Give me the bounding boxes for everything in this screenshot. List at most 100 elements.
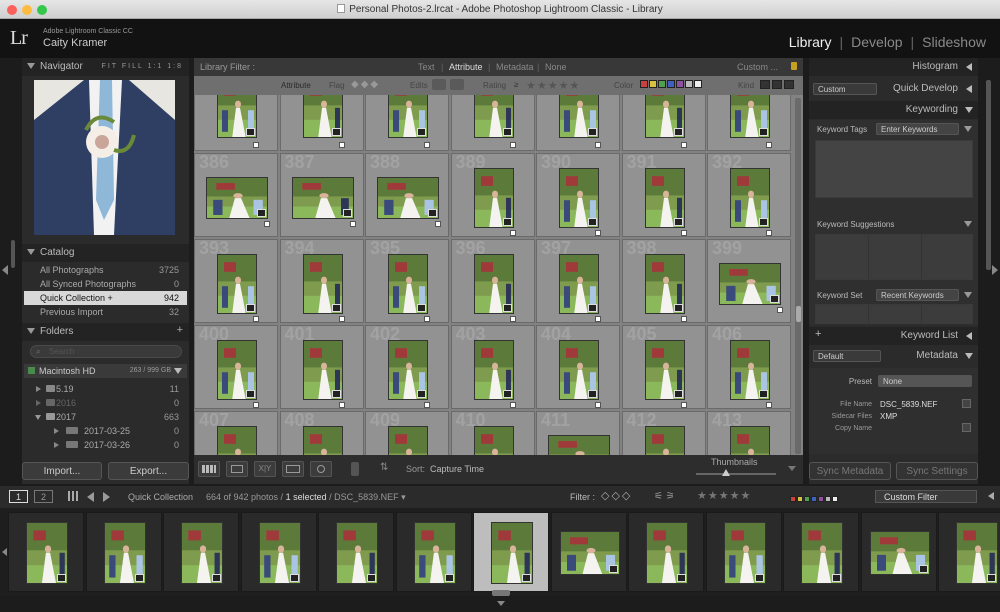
filter-tab-none[interactable]: None xyxy=(545,62,567,72)
quick-develop-preset-select[interactable]: Custom xyxy=(813,83,877,95)
photo-thumbnail[interactable] xyxy=(217,95,257,138)
kind-virtual-copy-icon[interactable] xyxy=(772,80,782,89)
color-swatch[interactable] xyxy=(811,496,817,502)
rating-stars[interactable]: ★★★★★ xyxy=(526,79,580,92)
quick-collection-marker-icon[interactable] xyxy=(253,402,259,408)
filmstrip-filter-preset[interactable]: Custom Filter xyxy=(875,490,977,503)
photo-thumbnail[interactable] xyxy=(388,340,428,400)
grid-cell[interactable]: 403 xyxy=(450,325,535,409)
add-folder-button[interactable]: + xyxy=(177,324,183,336)
photo-thumbnail[interactable] xyxy=(473,95,514,138)
quick-collection-marker-icon[interactable] xyxy=(509,230,516,236)
quick-collection-marker-icon[interactable] xyxy=(766,142,772,148)
filmstrip-thumbnail[interactable] xyxy=(240,512,317,592)
grid-cell[interactable] xyxy=(194,95,278,151)
filmstrip-source[interactable]: Quick Collection xyxy=(128,492,193,502)
collapse-right-icon[interactable] xyxy=(992,265,998,275)
filmstrip-thumbnail[interactable] xyxy=(705,512,782,592)
photo-thumbnail[interactable] xyxy=(730,168,770,228)
zoom-1-8[interactable]: 1:8 xyxy=(167,63,183,70)
photo-thumbnail[interactable] xyxy=(473,168,514,228)
grid-cell[interactable]: 406 xyxy=(707,325,791,409)
folders-header[interactable]: Folders + xyxy=(22,323,189,341)
photo-thumbnail[interactable] xyxy=(388,95,428,138)
grid-shortcut-icon[interactable] xyxy=(68,491,78,501)
color-swatch[interactable] xyxy=(676,80,684,88)
thumbnail-size-slider[interactable] xyxy=(696,473,776,475)
quick-collection-marker-icon[interactable] xyxy=(253,142,259,148)
module-slideshow[interactable]: Slideshow xyxy=(922,34,986,50)
grid-cell[interactable]: 387 xyxy=(279,153,364,237)
keyword-set-disclosure-icon[interactable] xyxy=(964,292,972,298)
sort-select[interactable]: Capture Time xyxy=(430,464,484,474)
keyword-tags-disclosure-icon[interactable] xyxy=(964,126,972,132)
quick-collection-marker-icon[interactable] xyxy=(509,142,516,148)
hide-filmstrip-icon[interactable] xyxy=(497,601,505,606)
filter-tab-attribute[interactable]: Attribute xyxy=(449,62,483,72)
left-panel-scrollbar[interactable] xyxy=(11,240,15,268)
color-swatch[interactable] xyxy=(685,80,693,88)
keyword-suggestions-disclosure-icon[interactable] xyxy=(964,221,972,227)
color-swatch[interactable] xyxy=(649,80,657,88)
zoom-1-1[interactable]: 1:1 xyxy=(148,63,164,70)
grid-cell[interactable]: 395 xyxy=(365,239,449,323)
keyword-set-select[interactable]: Recent Keywords xyxy=(876,289,959,301)
file-name-value[interactable]: DSC_5839.NEF xyxy=(880,400,937,409)
catalog-item-quick-collection[interactable]: Quick Collection + 942 xyxy=(24,291,187,305)
folder-expand-icon[interactable] xyxy=(36,400,41,406)
grid-cell[interactable] xyxy=(621,95,706,151)
filmstrip-thumbnail[interactable] xyxy=(860,512,937,592)
grid-cell[interactable]: 402 xyxy=(365,325,449,409)
photo-thumbnail[interactable] xyxy=(473,254,514,314)
metadata-header[interactable]: Default Metadata xyxy=(809,347,978,365)
collapse-left-icon[interactable] xyxy=(2,265,8,275)
photo-thumbnail[interactable] xyxy=(302,95,343,138)
photo-thumbnail[interactable] xyxy=(644,426,685,455)
grid-cell[interactable]: 389 xyxy=(450,153,535,237)
rating-operator[interactable]: ≥ xyxy=(514,80,518,89)
thumbnail-size-slider-handle[interactable] xyxy=(722,469,730,476)
keyword-list-header[interactable]: + Keyword List xyxy=(809,327,978,345)
photo-thumbnail[interactable] xyxy=(217,254,257,314)
quick-collection-marker-icon[interactable] xyxy=(264,221,270,227)
quick-collection-marker-icon[interactable] xyxy=(680,230,687,236)
back-arrow-icon[interactable] xyxy=(87,492,94,502)
copy-name-action-icon[interactable] xyxy=(962,423,971,432)
volume-disclosure-icon[interactable] xyxy=(174,368,182,374)
photo-thumbnail[interactable] xyxy=(730,426,770,455)
keyword-tags-textarea[interactable] xyxy=(815,140,973,198)
sync-settings-button[interactable]: Sync Settings xyxy=(896,462,978,480)
compare-view-button[interactable]: X|Y xyxy=(254,461,276,477)
photo-thumbnail[interactable] xyxy=(644,340,685,400)
quick-collection-marker-icon[interactable] xyxy=(766,230,772,236)
grid-cell[interactable]: 388 xyxy=(365,153,449,237)
color-swatch[interactable] xyxy=(832,496,838,502)
quick-develop-header[interactable]: Custom Quick Develop xyxy=(809,80,978,98)
photo-thumbnail[interactable] xyxy=(644,254,685,314)
survey-view-button[interactable] xyxy=(282,461,304,477)
navigator-preview[interactable] xyxy=(34,80,175,235)
filmstrip-edit-filter-icons[interactable]: ⚟ ⚞ xyxy=(654,491,675,502)
folder-expand-icon[interactable] xyxy=(54,442,59,448)
grid-cell[interactable]: 391 xyxy=(621,153,706,237)
module-library[interactable]: Library xyxy=(789,34,832,50)
keywording-header[interactable]: Keywording xyxy=(809,101,978,119)
photo-thumbnail[interactable] xyxy=(730,340,770,400)
color-label-swatches[interactable] xyxy=(640,80,703,89)
grid-cell[interactable]: 410 xyxy=(450,411,535,455)
quick-collection-marker-icon[interactable] xyxy=(595,402,601,408)
flag-filter-icons[interactable]: ◆◆◆ xyxy=(351,79,380,90)
color-swatch[interactable] xyxy=(640,80,648,88)
photo-thumbnail[interactable] xyxy=(559,95,599,138)
sync-metadata-button[interactable]: Sync Metadata xyxy=(809,462,891,480)
loupe-view-button[interactable] xyxy=(226,461,248,477)
grid-cell[interactable]: 393 xyxy=(194,239,278,323)
kind-video-icon[interactable] xyxy=(784,80,794,89)
unedited-filter-icon[interactable] xyxy=(450,79,464,90)
filmstrip-thumbnail[interactable] xyxy=(85,512,162,592)
photo-thumbnail[interactable] xyxy=(388,254,428,314)
quick-collection-marker-icon[interactable] xyxy=(595,230,601,236)
folder-item-5-19[interactable]: 5.19 11 xyxy=(24,382,187,396)
export-button[interactable]: Export... xyxy=(108,462,189,480)
quick-collection-marker-icon[interactable] xyxy=(338,402,345,408)
